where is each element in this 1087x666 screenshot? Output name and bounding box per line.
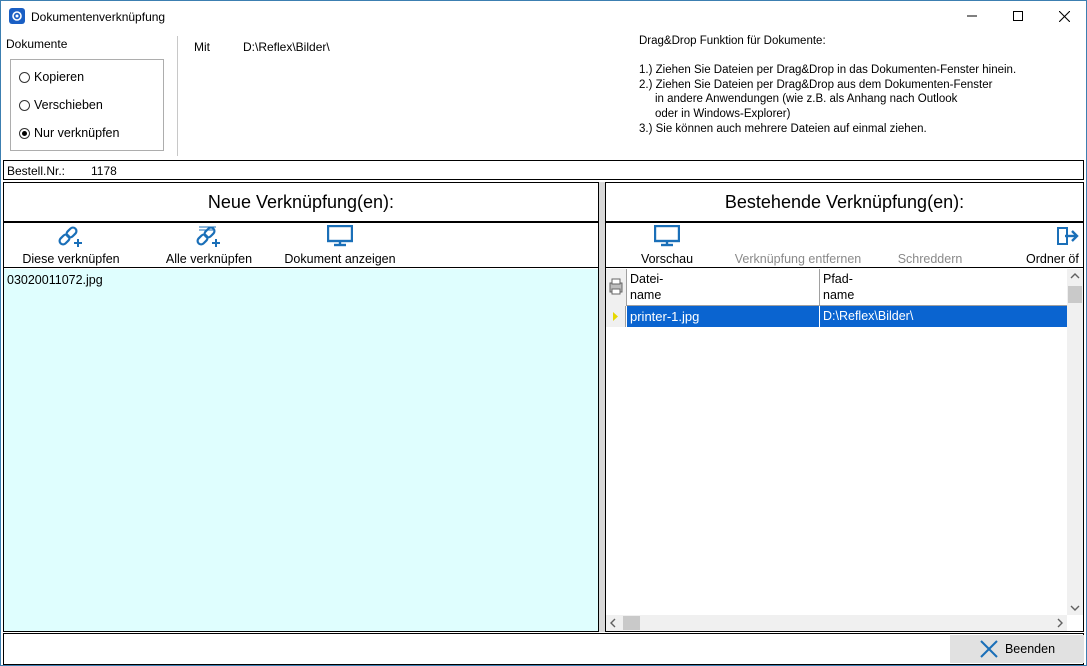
cell-file-name[interactable]: printer-1.jpg: [627, 306, 820, 327]
monitor-icon: [654, 224, 680, 248]
row-indicator: [606, 306, 626, 327]
grid-header-indicator: [606, 269, 627, 306]
grid-header: Datei- name Pfad- name: [606, 269, 1067, 306]
options-area: Dokumente Kopieren Verschieben Nur verkn…: [1, 31, 1086, 159]
dialog-window: Dokumentenverknüpfung Dokumente Kopieren…: [0, 0, 1087, 666]
order-number-bar: Bestell.Nr.: 1178: [3, 160, 1084, 180]
horizontal-scrollbar[interactable]: [606, 615, 1067, 631]
scroll-up-icon: [1070, 273, 1080, 279]
close-window-button[interactable]: [1041, 1, 1086, 31]
app-icon: [9, 8, 25, 24]
maximize-icon: [1013, 11, 1023, 21]
documents-group-label: Dokumente: [6, 37, 68, 51]
help-line: 1.) Ziehen Sie Dateien per Drag&Drop in …: [639, 64, 1017, 77]
shred-label: Schreddern: [897, 252, 963, 266]
new-links-heading: Neue Verknüpfung(en):: [4, 183, 598, 223]
cell-path-name[interactable]: D:\Reflex\Bilder\: [820, 306, 1068, 327]
target-path: D:\Reflex\Bilder\: [243, 40, 330, 54]
new-links-list[interactable]: 03020011072.jpg: [4, 269, 598, 631]
radio-move[interactable]: Verschieben: [19, 98, 103, 112]
existing-links-grid[interactable]: Datei- name Pfad- name printer-1.jpg D:\…: [606, 269, 1083, 631]
order-number-value: 1178: [91, 164, 117, 178]
scroll-thumb-horizontal[interactable]: [623, 616, 640, 630]
open-folder-label: Ordner öf: [1026, 252, 1079, 266]
table-row[interactable]: printer-1.jpg D:\Reflex\Bilder\: [606, 306, 1068, 327]
close-x-icon: [980, 640, 998, 658]
preview-button[interactable]: Vorschau: [634, 223, 700, 268]
monitor-icon: [327, 224, 353, 248]
new-links-toolbar: Diese verknüpfen Alle verknüpfen Dokumen…: [4, 223, 598, 268]
show-document-label: Dokument anzeigen: [284, 252, 396, 266]
open-folder-icon: [1056, 224, 1080, 248]
link-all-icon: [196, 224, 222, 248]
minimize-button[interactable]: [949, 1, 995, 31]
open-folder-button[interactable]: Ordner öf: [1024, 223, 1084, 268]
close-button-label: Beenden: [1004, 642, 1056, 656]
radio-copy-indicator: [19, 71, 30, 83]
remove-link-button[interactable]: Verknüpfung entfernen: [728, 223, 868, 268]
link-this-label: Diese verknüpfen: [22, 252, 120, 266]
list-item[interactable]: 03020011072.jpg: [7, 273, 103, 287]
scroll-right-icon: [1057, 618, 1063, 628]
vertical-scrollbar[interactable]: [1067, 269, 1083, 615]
radio-move-label: Verschieben: [34, 98, 103, 112]
radio-link-only-label: Nur verknüpfen: [34, 126, 120, 140]
column-header-path-name[interactable]: Pfad- name: [820, 269, 1070, 306]
existing-links-heading: Bestehende Verknüpfung(en):: [606, 183, 1083, 223]
footer-bar: Beenden: [3, 633, 1084, 665]
radio-move-indicator: [19, 99, 30, 111]
row-pointer-icon: [613, 312, 618, 321]
radio-link-only-indicator: [19, 127, 30, 139]
close-icon: [1058, 10, 1070, 22]
title-bar: Dokumentenverknüpfung: [1, 1, 1086, 31]
help-title: Drag&Drop Funktion für Dokumente:: [639, 35, 826, 47]
column-header-file-name[interactable]: Datei- name: [627, 269, 820, 306]
preview-label: Vorschau: [640, 252, 694, 266]
remove-link-label: Verknüpfung entfernen: [734, 252, 862, 266]
maximize-button[interactable]: [995, 1, 1041, 31]
existing-links-panel: Bestehende Verknüpfung(en): Vorschau Ver…: [605, 182, 1084, 632]
link-all-label: Alle verknüpfen: [165, 252, 253, 266]
window-title: Dokumentenverknüpfung: [31, 10, 166, 24]
radio-link-only[interactable]: Nur verknüpfen: [19, 126, 119, 140]
existing-links-toolbar: Vorschau Verknüpfung entfernen Schredder…: [606, 223, 1083, 268]
link-this-button[interactable]: Diese verknüpfen: [21, 223, 121, 268]
help-line: in andere Anwendungen (wie z.B. als Anha…: [639, 93, 958, 106]
help-line: 3.) Sie können auch mehrere Dateien auf …: [639, 122, 927, 135]
scroll-thumb[interactable]: [1068, 286, 1082, 303]
help-line: 2.) Ziehen Sie Dateien per Drag&Drop aus…: [639, 78, 993, 91]
help-line: oder in Windows-Explorer): [639, 107, 791, 120]
minimize-icon: [967, 15, 977, 17]
scroll-down-icon: [1070, 605, 1080, 611]
close-button[interactable]: Beenden: [950, 635, 1084, 663]
radio-copy[interactable]: Kopieren: [19, 70, 84, 84]
radio-copy-label: Kopieren: [34, 70, 85, 84]
order-number-label: Bestell.Nr.:: [7, 164, 66, 178]
vertical-separator: [177, 36, 178, 156]
help-text: Drag&Drop Funktion für Dokumente: 1.) Zi…: [639, 34, 1016, 136]
with-label: Mit: [194, 40, 210, 54]
new-links-panel: Neue Verknüpfung(en): Diese verknüpfen A…: [3, 182, 599, 632]
documents-radio-group: Kopieren Verschieben Nur verknüpfen: [10, 59, 164, 151]
show-document-button[interactable]: Dokument anzeigen: [280, 223, 400, 268]
shred-button[interactable]: Schreddern: [892, 223, 968, 268]
link-add-icon: [58, 224, 84, 248]
link-all-button[interactable]: Alle verknüpfen: [162, 223, 256, 268]
printer-icon: [609, 278, 623, 295]
scroll-left-icon: [610, 618, 616, 628]
